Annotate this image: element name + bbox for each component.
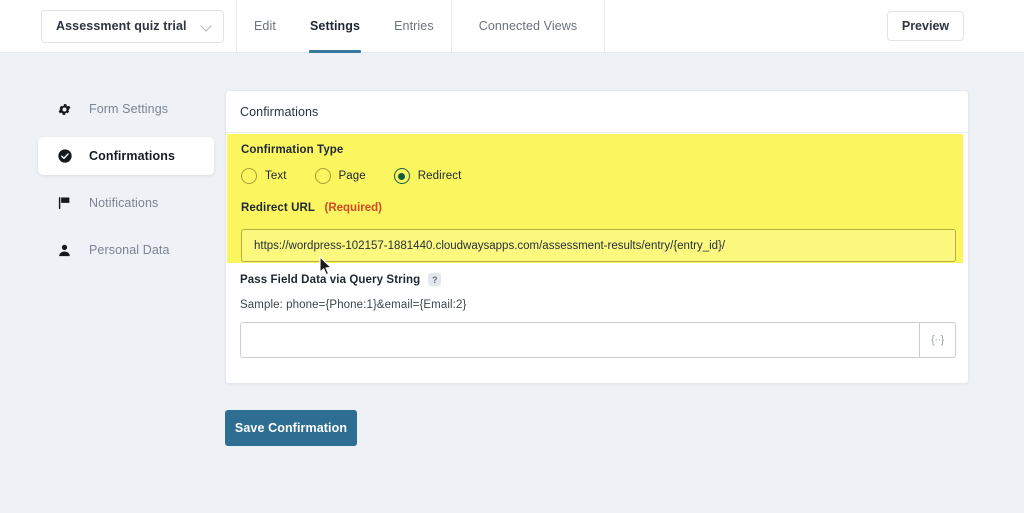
- merge-tag-glyph: {··}: [931, 334, 944, 346]
- redirect-url-label-row: Redirect URL (Required): [241, 198, 963, 216]
- user-icon: [56, 242, 73, 259]
- radio-option-page[interactable]: Page: [314, 168, 366, 184]
- query-string-sample: Sample: phone={Phone:1}&email={Email:2}: [240, 299, 467, 311]
- tab-group-secondary: Connected Views: [452, 0, 605, 53]
- merge-tag-icon[interactable]: {··}: [919, 322, 956, 358]
- tab-settings-label: Settings: [309, 19, 361, 33]
- redirect-url-required-badge: (Required): [324, 202, 383, 214]
- tab-divider-right: [604, 0, 606, 53]
- preview-button[interactable]: Preview: [887, 11, 964, 41]
- query-string-input[interactable]: [240, 322, 919, 358]
- sidebar-item-notifications-label: Notifications: [89, 196, 159, 210]
- tab-entries-label: Entries: [394, 19, 434, 33]
- help-question-glyph: ?: [432, 274, 438, 285]
- chevron-down-icon: [201, 21, 212, 32]
- app-root: Assessment quiz trial Edit Settings Entr…: [0, 0, 1024, 513]
- query-string-section: Pass Field Data via Query String ? Sampl…: [240, 273, 956, 358]
- sidebar-item-personal-data-label: Personal Data: [89, 243, 170, 257]
- preview-button-label: Preview: [901, 19, 950, 33]
- confirmation-type-radio-group: Text Page Redirect: [241, 168, 963, 184]
- flag-icon: [56, 195, 73, 212]
- query-string-label-row: Pass Field Data via Query String ?: [240, 273, 956, 286]
- check-circle-icon: [56, 148, 73, 165]
- save-confirmation-button-label: Save Confirmation: [234, 421, 348, 435]
- highlighted-section: Confirmation Type Text Page Redirect Red…: [227, 134, 963, 263]
- sidebar-item-confirmations[interactable]: Confirmations: [38, 137, 214, 175]
- top-bar: Assessment quiz trial Edit Settings Entr…: [0, 0, 1024, 53]
- confirmations-card: Confirmations Confirmation Type Text Pag…: [225, 90, 969, 384]
- radio-redirect-icon: [393, 168, 410, 184]
- query-string-value: [241, 323, 919, 334]
- tab-settings[interactable]: Settings: [293, 0, 377, 53]
- mouse-cursor: [319, 256, 335, 278]
- settings-sidebar: Form Settings Confirmations Notification…: [38, 90, 214, 278]
- sidebar-item-form-settings-label: Form Settings: [89, 102, 169, 116]
- radio-option-text-label: Text: [265, 170, 287, 182]
- tab-entries[interactable]: Entries: [377, 0, 451, 53]
- redirect-url-input[interactable]: https://wordpress-102157-1881440.cloudwa…: [241, 229, 956, 262]
- redirect-url-label: Redirect URL: [241, 202, 316, 214]
- save-confirmation-button[interactable]: Save Confirmation: [225, 410, 357, 446]
- redirect-url-row: https://wordpress-102157-1881440.cloudwa…: [241, 229, 963, 262]
- form-selector-area: Assessment quiz trial: [0, 0, 237, 53]
- page-title: Confirmations: [240, 104, 319, 119]
- tab-group-primary: Edit Settings Entries: [237, 0, 451, 53]
- radio-option-page-label: Page: [338, 170, 366, 182]
- tab-connected-views-label: Connected Views: [478, 19, 578, 33]
- query-string-input-row: {··}: [240, 322, 956, 358]
- radio-text-icon: [241, 168, 257, 184]
- form-selector-label: Assessment quiz trial: [56, 19, 187, 33]
- card-header: Confirmations: [226, 91, 968, 133]
- form-selector-dropdown[interactable]: Assessment quiz trial: [41, 9, 224, 43]
- help-question-icon[interactable]: ?: [428, 273, 442, 286]
- radio-option-redirect[interactable]: Redirect: [393, 168, 462, 184]
- tab-edit-label: Edit: [254, 19, 276, 33]
- redirect-url-value: https://wordpress-102157-1881440.cloudwa…: [254, 239, 726, 252]
- sidebar-item-notifications[interactable]: Notifications: [38, 184, 214, 222]
- sidebar-item-personal-data[interactable]: Personal Data: [38, 231, 214, 269]
- tab-connected-views[interactable]: Connected Views: [452, 0, 605, 53]
- radio-option-redirect-label: Redirect: [417, 170, 462, 182]
- radio-page-icon: [314, 168, 331, 184]
- sidebar-item-form-settings[interactable]: Form Settings: [38, 90, 214, 128]
- radio-option-text[interactable]: Text: [241, 168, 287, 184]
- confirmation-type-label: Confirmation Type: [241, 144, 344, 156]
- sidebar-item-confirmations-label: Confirmations: [89, 149, 176, 163]
- gear-icon: [56, 101, 73, 118]
- tab-edit[interactable]: Edit: [237, 0, 293, 53]
